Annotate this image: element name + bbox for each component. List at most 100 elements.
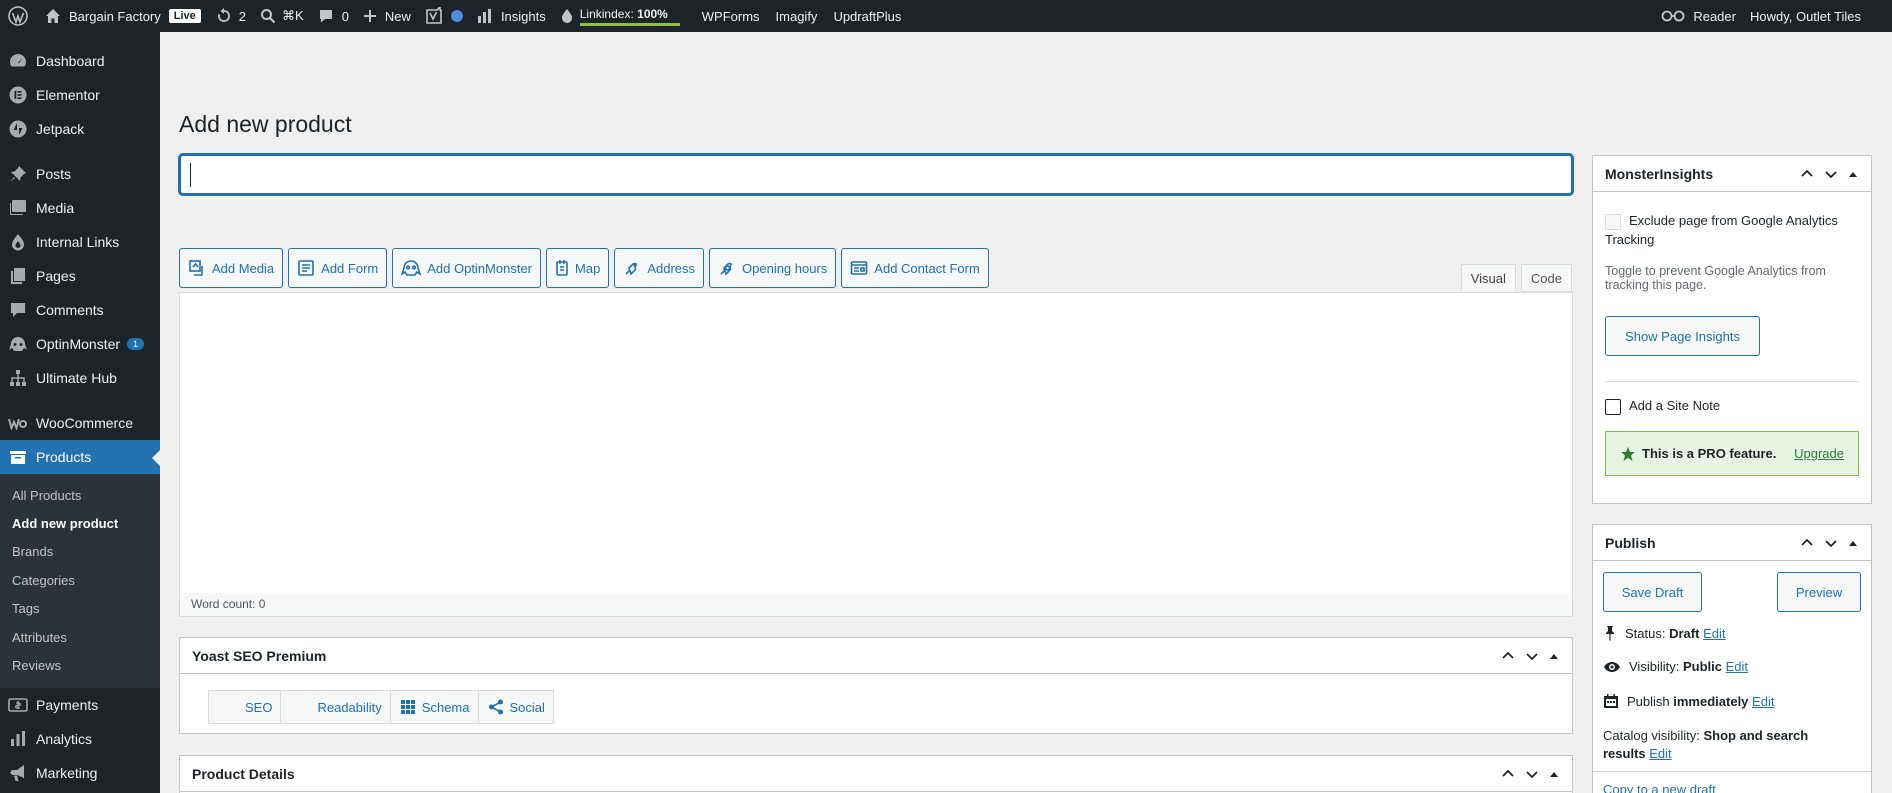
insights-menu[interactable]: Insights	[470, 0, 553, 32]
show-page-insights-button[interactable]: Show Page Insights	[1605, 316, 1760, 356]
sidebar-item-comments[interactable]: Comments	[0, 293, 160, 327]
sidebar-item-payments[interactable]: Payments	[0, 688, 160, 722]
visibility-value: Public	[1682, 659, 1722, 674]
pages-icon	[8, 266, 28, 286]
pro-feature-text: This is a PRO feature.	[1642, 446, 1777, 461]
submenu-tags[interactable]: Tags	[0, 595, 160, 623]
exclude-tracking-checkbox[interactable]	[1605, 213, 1621, 230]
yoast-icon	[426, 7, 442, 24]
sidebar-item-products[interactable]: Products	[0, 440, 160, 474]
product-title-field[interactable]	[179, 154, 1573, 195]
sidebar-item-elementor[interactable]: Elementor	[0, 78, 160, 112]
products-submenu: All Products Add new product Brands Cate…	[0, 474, 160, 688]
tab-seo[interactable]: SEO	[208, 690, 282, 724]
my-account-link[interactable]: Howdy, Outlet Tiles	[1743, 0, 1892, 32]
sidebar-item-label: Posts	[36, 166, 72, 182]
add-media-icon	[189, 260, 203, 276]
sidebar-item-pages[interactable]: Pages	[0, 259, 160, 293]
chevron-down-icon[interactable]	[1524, 766, 1540, 782]
chevron-down-icon[interactable]	[1524, 648, 1540, 664]
submenu-brands[interactable]: Brands	[0, 538, 160, 566]
preview-button[interactable]: Preview	[1777, 572, 1861, 612]
tab-schema-label: Schema	[421, 699, 470, 715]
sidebar-item-label: Elementor	[36, 87, 100, 103]
sidebar-item-internal-links[interactable]: Internal Links	[0, 225, 160, 259]
tab-social[interactable]: Social	[478, 690, 554, 724]
insights-icon	[477, 9, 491, 23]
add-media-label: Add Media	[212, 260, 275, 276]
add-address-button[interactable]: Address	[614, 248, 705, 288]
command-search[interactable]: ⌘K	[253, 0, 311, 32]
chevron-up-icon[interactable]	[1799, 535, 1815, 551]
sidebar-item-woocommerce[interactable]: WooCommerce	[0, 406, 160, 440]
imagify-menu[interactable]: Imagify	[769, 0, 825, 32]
yoast-tabs: SEO Readability Schema Social	[208, 690, 554, 724]
editor-status-bar: Word count: 0	[179, 593, 1573, 617]
chevron-up-icon[interactable]	[1500, 766, 1516, 782]
sidebar-item-label: Payments	[36, 696, 99, 713]
updates-link[interactable]: 2	[208, 0, 253, 32]
catalog-visibility-row: Catalog visibility: Shop and search resu…	[1603, 727, 1853, 763]
copy-to-new-draft-link[interactable]: Copy to a new draft	[1603, 782, 1716, 793]
media-icon	[8, 198, 28, 218]
edit-catalog-visibility-link[interactable]: Edit	[1649, 746, 1671, 761]
submenu-reviews[interactable]: Reviews	[0, 651, 160, 679]
new-content-link[interactable]: New	[356, 0, 418, 32]
linkindex-meter[interactable]: Linkindex: 100%	[553, 0, 687, 32]
add-map-button[interactable]: Map	[546, 248, 610, 288]
add-contact-form-button[interactable]: Add Contact Form	[841, 248, 989, 288]
sidebar-item-label: Analytics	[36, 730, 93, 747]
sidebar-item-jetpack[interactable]: Jetpack	[0, 112, 160, 146]
upgrade-link[interactable]: Upgrade	[1794, 446, 1844, 461]
sidebar-item-label: OptinMonster	[36, 336, 121, 352]
collapse-toggle-icon[interactable]	[1548, 650, 1560, 662]
site-name-link[interactable]: Bargain Factory Live	[38, 0, 208, 32]
chevron-up-icon[interactable]	[1799, 166, 1815, 182]
comments-link[interactable]: 0	[311, 0, 356, 32]
sidebar-item-optinmonster[interactable]: OptinMonster 1	[0, 327, 160, 361]
collapse-toggle-icon[interactable]	[1548, 768, 1560, 780]
chevron-down-icon[interactable]	[1823, 166, 1839, 182]
tab-visual[interactable]: Visual	[1460, 264, 1516, 292]
product-title-input[interactable]	[181, 156, 1571, 193]
edit-visibility-link[interactable]: Edit	[1726, 659, 1748, 674]
refresh-icon	[217, 8, 230, 22]
woocommerce-icon	[8, 413, 28, 433]
add-form-button[interactable]: Add Form	[288, 248, 388, 288]
submenu-attributes[interactable]: Attributes	[0, 623, 160, 651]
pin-icon	[8, 164, 28, 184]
collapse-toggle-icon[interactable]	[1847, 168, 1859, 180]
sidebar-item-analytics[interactable]: Analytics	[0, 722, 160, 756]
edit-publish-date-link[interactable]: Edit	[1752, 694, 1774, 709]
updraftplus-menu[interactable]: UpdraftPlus	[826, 0, 908, 32]
reader-link[interactable]: Reader	[1654, 0, 1743, 32]
sidebar-item-posts[interactable]: Posts	[0, 157, 160, 191]
save-draft-button[interactable]: Save Draft	[1603, 572, 1702, 612]
wpforms-menu[interactable]: WPForms	[695, 0, 767, 32]
submenu-categories[interactable]: Categories	[0, 566, 160, 594]
submenu-all-products[interactable]: All Products	[0, 481, 160, 509]
tab-readability[interactable]: Readability	[281, 690, 391, 724]
sidebar-item-dashboard[interactable]: Dashboard	[0, 44, 160, 78]
tab-schema[interactable]: Schema	[390, 690, 479, 724]
yoast-menu[interactable]	[418, 0, 470, 32]
add-optinmonster-button[interactable]: Add OptinMonster	[392, 248, 542, 288]
site-note-option[interactable]: Add a Site Note	[1605, 398, 1720, 415]
exclude-tracking-option[interactable]: Exclude page from Google Analytics Track…	[1605, 211, 1863, 249]
edit-status-link[interactable]: Edit	[1703, 626, 1725, 641]
wordpress-logo-icon[interactable]	[0, 0, 38, 32]
chevron-down-icon[interactable]	[1823, 535, 1839, 551]
site-note-checkbox[interactable]	[1605, 398, 1621, 415]
content-editor[interactable]	[179, 292, 1573, 594]
collapse-toggle-icon[interactable]	[1847, 537, 1859, 549]
sidebar-item-ultimate-hub[interactable]: Ultimate Hub	[0, 361, 160, 395]
analytics-icon	[8, 729, 28, 749]
tab-code[interactable]: Code	[1520, 264, 1572, 292]
add-opening-hours-button[interactable]: Opening hours	[709, 248, 837, 288]
add-media-button[interactable]: Add Media	[179, 248, 284, 288]
hub-icon	[8, 368, 28, 388]
sidebar-item-media[interactable]: Media	[0, 191, 160, 225]
submenu-add-new-product[interactable]: Add new product	[0, 509, 160, 537]
chevron-up-icon[interactable]	[1500, 648, 1516, 664]
sidebar-item-marketing[interactable]: Marketing	[0, 756, 160, 790]
